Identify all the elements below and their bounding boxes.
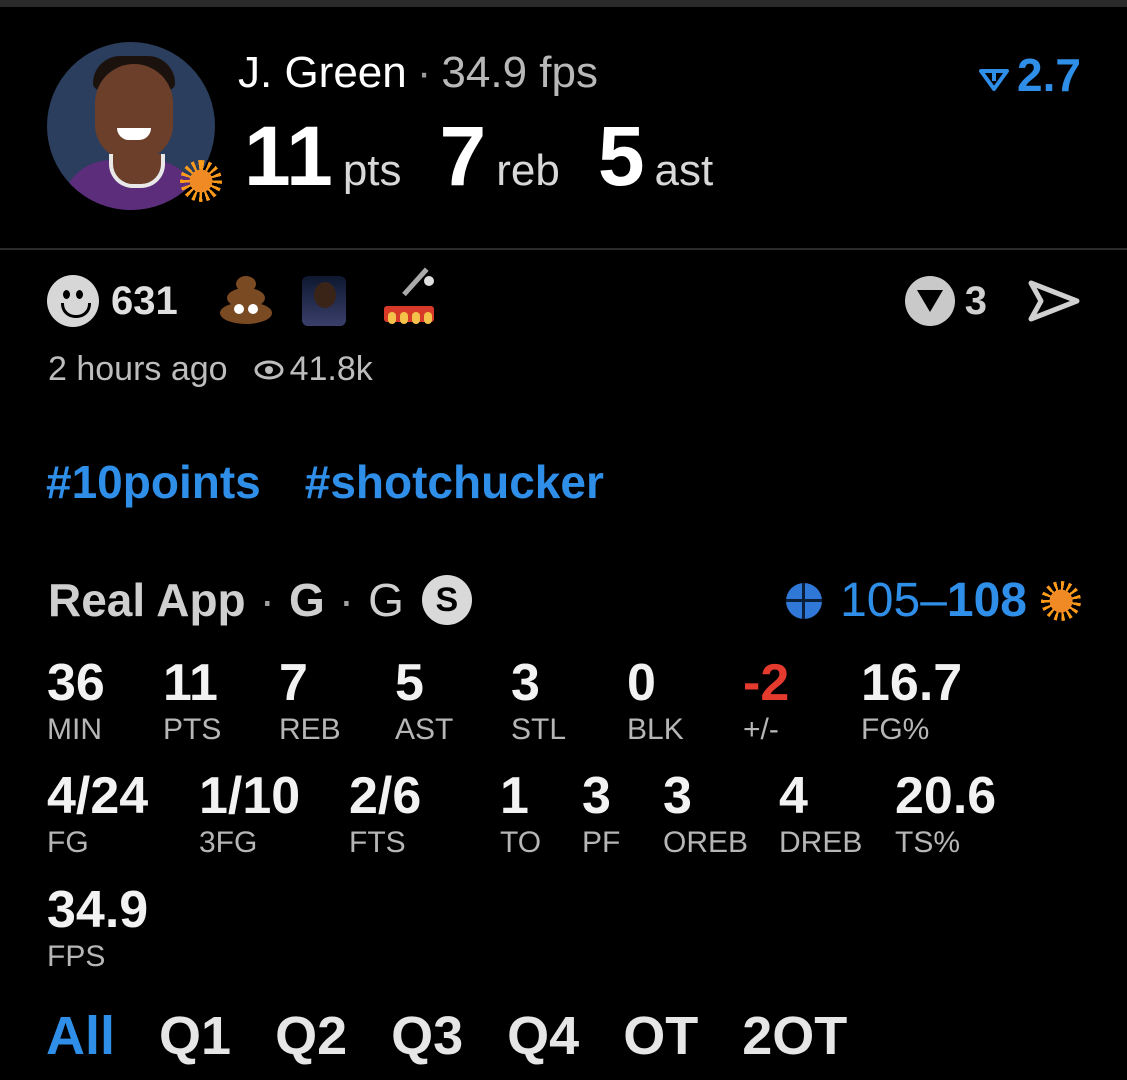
tab-q1[interactable]: Q1 bbox=[159, 1006, 231, 1066]
rebounds-label: reb bbox=[496, 146, 560, 195]
v-vote-count: 3 bbox=[964, 278, 987, 323]
tab-all[interactable]: All bbox=[46, 1006, 115, 1066]
view-count: 41.8k bbox=[289, 350, 373, 388]
player-header: J. Green · 34.9 fps bbox=[238, 48, 598, 98]
stat-oreb: 3 OREB bbox=[663, 767, 749, 859]
tab-2ot[interactable]: 2OT bbox=[742, 1006, 847, 1066]
poop-emoji-icon[interactable] bbox=[218, 276, 274, 326]
stat-fps: 34.9 FPS bbox=[47, 881, 149, 973]
separator: · bbox=[416, 48, 432, 97]
header-divider bbox=[0, 248, 1127, 250]
stat-ts-pct: 20.6 TS% bbox=[895, 767, 997, 859]
stat-fg: 4/24 FG bbox=[47, 767, 149, 859]
assists-label: ast bbox=[654, 146, 714, 195]
stat-min: 36 MIN bbox=[47, 654, 105, 746]
player-photo-reaction-icon[interactable] bbox=[301, 276, 346, 326]
share-send-icon[interactable] bbox=[1027, 279, 1081, 323]
score-dash: – bbox=[920, 574, 947, 627]
trend-score[interactable]: 2.7 bbox=[979, 48, 1081, 102]
tab-q2[interactable]: Q2 bbox=[275, 1006, 347, 1066]
stat-reb: 7 REB bbox=[279, 654, 341, 746]
separator: · bbox=[338, 574, 355, 626]
position-primary: G bbox=[288, 574, 325, 626]
stat-stl: 3 STL bbox=[511, 654, 567, 746]
hashtag-link[interactable]: #10points bbox=[46, 456, 261, 508]
app-name: Real App bbox=[48, 574, 246, 626]
hashtags: #10points #shotchucker bbox=[46, 455, 648, 509]
period-tabs: All Q1 Q2 Q3 Q4 OT 2OT bbox=[46, 1005, 891, 1067]
headline-stats: 11 pts 7 reb 5 ast bbox=[244, 108, 751, 205]
stat-plus-minus: -2 +/- bbox=[743, 654, 790, 746]
points-label: pts bbox=[342, 146, 402, 195]
smiley-count: 631 bbox=[111, 278, 178, 323]
trend-value: 2.7 bbox=[1017, 49, 1081, 101]
points-value: 11 bbox=[244, 109, 333, 203]
tab-q3[interactable]: Q3 bbox=[391, 1006, 463, 1066]
post-meta: 2 hours ago 41.8k bbox=[48, 350, 373, 389]
stat-pts: 11 PTS bbox=[163, 654, 222, 746]
tab-q4[interactable]: Q4 bbox=[507, 1006, 579, 1066]
score-away: 105 bbox=[840, 574, 921, 627]
hashtag-link[interactable]: #shotchucker bbox=[305, 456, 604, 508]
stat-fg-pct: 16.7 FG% bbox=[861, 654, 963, 746]
team-logo-icon bbox=[180, 160, 222, 202]
tab-ot[interactable]: OT bbox=[623, 1006, 698, 1066]
stat-fts: 2/6 FTS bbox=[349, 767, 422, 859]
stat-dreb: 4 DREB bbox=[779, 767, 863, 859]
top-edge bbox=[0, 0, 1127, 7]
lever-emoji-icon[interactable] bbox=[382, 267, 436, 326]
starter-badge: S bbox=[421, 575, 472, 625]
smiley-icon[interactable] bbox=[47, 275, 99, 327]
opponent-logo-icon bbox=[786, 582, 823, 619]
stat-blk: 0 BLK bbox=[627, 654, 684, 746]
reactions-bar: 631 bbox=[47, 267, 436, 327]
game-source-line: Real App · G · G S bbox=[48, 573, 472, 627]
v-vote-icon[interactable] bbox=[904, 276, 955, 326]
stat-3fg: 1/10 3FG bbox=[199, 767, 301, 859]
player-fps: 34.9 fps bbox=[441, 48, 598, 97]
separator: · bbox=[259, 574, 275, 626]
post-actions: 3 bbox=[904, 275, 1081, 327]
rebounds-value: 7 bbox=[439, 109, 487, 203]
position-secondary: G bbox=[368, 574, 404, 626]
eye-icon bbox=[254, 360, 284, 379]
stat-to: 1 TO bbox=[500, 767, 542, 859]
post-time: 2 hours ago bbox=[48, 350, 228, 388]
player-name[interactable]: J. Green bbox=[238, 48, 407, 97]
game-score[interactable]: 105–108 bbox=[786, 573, 1081, 628]
stat-ast: 5 AST bbox=[395, 654, 454, 746]
team-logo-icon bbox=[1041, 580, 1081, 621]
avatar-face bbox=[95, 64, 173, 160]
assists-value: 5 bbox=[597, 109, 645, 203]
trend-arrow-icon bbox=[979, 68, 1010, 91]
score-home: 108 bbox=[946, 574, 1027, 627]
stat-pf: 3 PF bbox=[582, 767, 621, 859]
